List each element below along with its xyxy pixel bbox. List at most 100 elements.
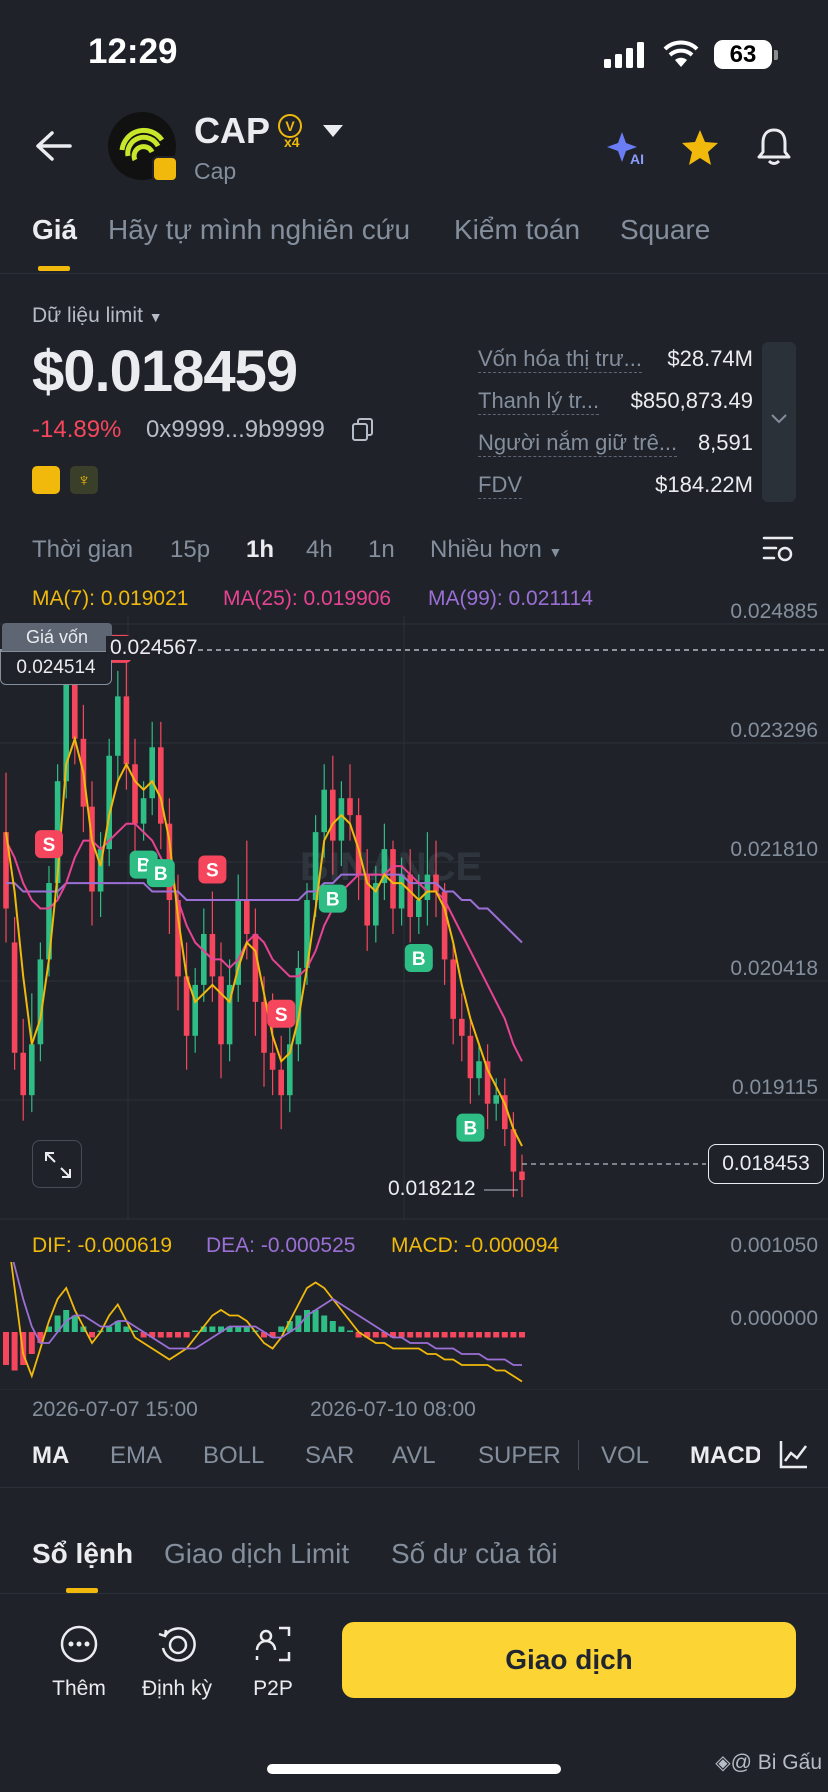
token-symbol[interactable]: CAP xyxy=(194,110,270,152)
stat-liquidity-value: $850,873.49 xyxy=(630,388,753,413)
candle-body xyxy=(398,874,405,909)
timeframe-15m[interactable]: 15p xyxy=(170,536,210,564)
stat-fdv-label[interactable]: FDV xyxy=(478,472,522,499)
macd-bar xyxy=(347,1330,353,1332)
macd-bar xyxy=(450,1332,457,1338)
timeframe-1d[interactable]: 1n xyxy=(368,536,395,564)
caret-down-icon: ▼ xyxy=(148,309,163,325)
candle-body xyxy=(493,1095,499,1104)
fullscreen-button[interactable] xyxy=(32,1140,82,1188)
price-chart[interactable]: BINANCE SSBBSSBBB xyxy=(0,616,828,1220)
indicator-settings-icon[interactable] xyxy=(778,1438,810,1470)
star-icon[interactable] xyxy=(680,128,720,166)
macd-chart[interactable] xyxy=(0,1262,828,1390)
price-axis-label: 0.019115 xyxy=(731,1076,818,1099)
bell-icon[interactable] xyxy=(756,126,792,166)
bnb-chain-badge-icon xyxy=(152,156,178,182)
timeframe-more[interactable]: Nhiều hơn ▼ xyxy=(430,536,562,564)
timeframe-more-label: Nhiều hơn xyxy=(430,536,542,563)
stat-market-cap-label[interactable]: Vốn hóa thị trư... xyxy=(478,346,642,373)
indicator-ema[interactable]: EMA xyxy=(110,1442,162,1470)
chevron-down-icon[interactable] xyxy=(322,124,344,138)
status-time: 12:29 xyxy=(88,32,178,71)
main-tabs: Giá Hãy tự mình nghiên cứu Kiểm toán Squ… xyxy=(0,214,828,274)
timeframe-1h[interactable]: 1h xyxy=(246,536,274,564)
price-axis-label: 0.020418 xyxy=(730,957,818,980)
candle-body xyxy=(269,1052,276,1070)
indicator-super[interactable]: SUPER xyxy=(478,1442,561,1470)
contract-address: 0x9999...9b9999 xyxy=(146,416,325,443)
stat-holders-label[interactable]: Người nắm giữ trê... xyxy=(478,430,678,457)
timeframe-4h[interactable]: 4h xyxy=(306,536,333,564)
back-arrow-icon[interactable] xyxy=(34,130,74,162)
dea-line xyxy=(12,1262,522,1366)
chevron-down-icon xyxy=(771,414,787,424)
signal-label: B xyxy=(464,1119,478,1140)
indicator-avl[interactable]: AVL xyxy=(392,1442,436,1470)
indicator-ma[interactable]: MA xyxy=(32,1442,69,1470)
indicator-boll[interactable]: BOLL xyxy=(203,1442,264,1470)
macd-bar xyxy=(11,1332,18,1371)
footer-watermark-text: @ Bi Gấu xyxy=(730,1751,822,1774)
token-logo xyxy=(108,112,178,182)
copy-icon[interactable] xyxy=(352,418,374,442)
indicator-divider xyxy=(578,1440,579,1470)
macd-bar xyxy=(3,1332,9,1365)
more-button[interactable]: Thêm xyxy=(34,1624,124,1701)
candle-body xyxy=(140,798,147,824)
signal-label: S xyxy=(206,861,219,882)
candle-body xyxy=(244,900,250,934)
candle-body xyxy=(450,959,456,1019)
macd-bar xyxy=(424,1332,431,1338)
ma7-legend: MA(7): 0.019021 xyxy=(32,587,189,610)
macd-bar xyxy=(321,1315,328,1332)
macd-histogram xyxy=(3,1310,525,1371)
candle-body xyxy=(20,1052,26,1096)
stat-liquidity-label[interactable]: Thanh lý tr... xyxy=(478,388,600,415)
signal-label: S xyxy=(43,835,56,856)
macd-bar xyxy=(71,1315,78,1332)
tab-dyor[interactable]: Hãy tự mình nghiên cứu xyxy=(108,214,410,246)
macd-bar xyxy=(157,1332,164,1338)
high-price-label: 0.024567 xyxy=(106,636,198,660)
candle-body xyxy=(72,679,78,739)
trade-button[interactable]: Giao dịch xyxy=(342,1622,796,1698)
candle-body xyxy=(476,1061,482,1079)
caret-down-icon: ▼ xyxy=(548,544,563,560)
chart-settings-icon[interactable] xyxy=(762,532,794,564)
stat-fdv-value: $184.22M xyxy=(655,472,753,497)
tab-square[interactable]: Square xyxy=(620,214,710,246)
tab-my-balance[interactable]: Số dư của tôi xyxy=(391,1538,558,1570)
indicator-macd[interactable]: MACD xyxy=(690,1442,760,1470)
candle-body xyxy=(261,1001,267,1053)
stats-expand-button[interactable] xyxy=(762,342,796,502)
status-bar: 12:29 63 xyxy=(0,0,828,110)
stat-holders-value: 8,591 xyxy=(697,430,753,455)
ai-sparkle-icon[interactable]: AI xyxy=(606,128,646,166)
indicator-sar[interactable]: SAR xyxy=(305,1442,354,1470)
recurring-button[interactable]: Định kỳ xyxy=(132,1624,222,1701)
price-axis-label: 0.024885 xyxy=(730,600,818,623)
tab-price[interactable]: Giá xyxy=(32,214,77,246)
candle-body xyxy=(330,789,336,841)
cost-value: 0.024514 xyxy=(0,651,112,685)
macd-bar xyxy=(372,1332,379,1338)
data-source-selector[interactable]: Dữ liệu limit ▼ xyxy=(32,304,163,328)
candle-body xyxy=(132,764,138,824)
indicator-vol[interactable]: VOL xyxy=(601,1442,649,1470)
macd-bar xyxy=(458,1332,465,1338)
bnb-chain-icon xyxy=(32,466,60,494)
macd-bar xyxy=(484,1332,491,1338)
divider xyxy=(0,1487,828,1488)
p2p-label: P2P xyxy=(253,1677,293,1700)
macd-bar xyxy=(510,1332,517,1338)
tab-audit[interactable]: Kiểm toán xyxy=(454,214,580,246)
timeframe-time[interactable]: Thời gian xyxy=(32,536,133,564)
tab-order-book[interactable]: Sổ lệnh xyxy=(32,1538,133,1570)
tab-limit-trades[interactable]: Giao dịch Limit xyxy=(164,1538,349,1570)
cost-tag: Giá vốn xyxy=(2,623,112,651)
p2p-button[interactable]: P2P xyxy=(228,1624,318,1701)
candle-body xyxy=(209,933,216,977)
macd-bar xyxy=(89,1332,95,1338)
svg-text:AI: AI xyxy=(630,151,644,166)
